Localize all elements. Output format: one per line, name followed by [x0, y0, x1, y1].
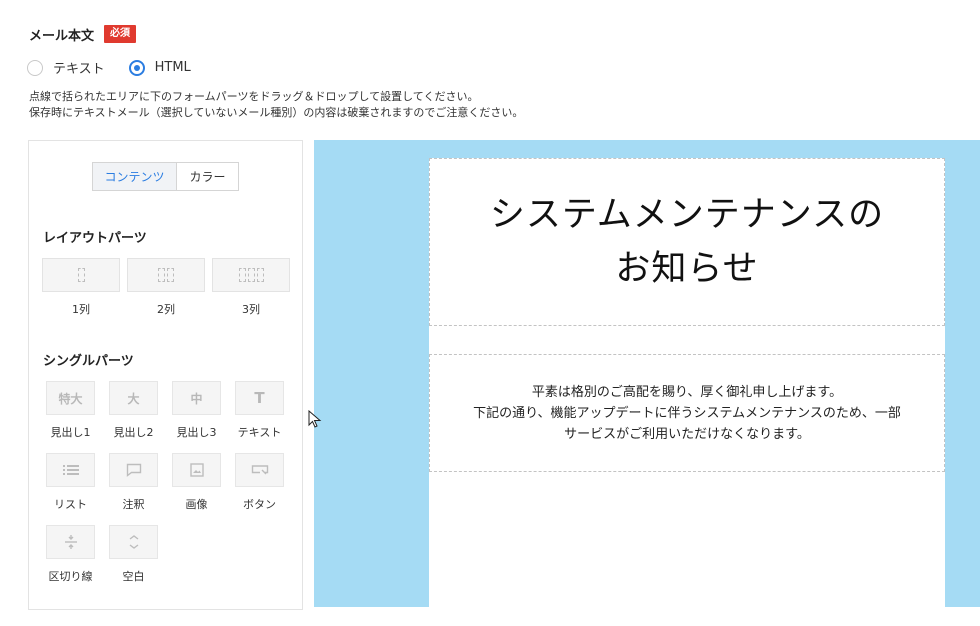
layout-2col-icon: [127, 258, 205, 292]
layout-1col-icon: [42, 258, 120, 292]
heading-m-icon: 中: [172, 381, 221, 415]
part-heading1[interactable]: 特大 見出し1: [46, 381, 95, 440]
part-label: 見出し2: [113, 426, 154, 439]
button-icon: [235, 453, 284, 487]
part-label: テキスト: [237, 426, 282, 439]
help-line-1: 点線で括られたエリアに下のフォームパーツをドラッグ＆ドロップして設置してください…: [29, 90, 479, 103]
part-label: 区切り線: [48, 570, 93, 583]
radio-label-html: HTML: [154, 60, 191, 75]
title-drop-block[interactable]: システムメンテナンスの お知らせ: [429, 158, 945, 326]
text-icon: T: [235, 381, 284, 415]
part-spacer[interactable]: 空白: [109, 525, 158, 584]
spacer-icon: [109, 525, 158, 559]
part-label: ボタン: [243, 498, 276, 511]
part-note[interactable]: 注釈: [109, 453, 158, 512]
body-line-3: サービスがご利用いただけなくなります。: [564, 426, 810, 442]
layout-part-label: 2列: [157, 303, 175, 316]
mouse-cursor-icon: [308, 409, 322, 432]
part-button[interactable]: ボタン: [235, 453, 284, 512]
part-heading2[interactable]: 大 見出し2: [109, 381, 158, 440]
layout-part-label: 1列: [72, 303, 90, 316]
parts-palette: コンテンツ カラー レイアウトパーツ 1列 2列 3列 シングルパーツ 特大 見…: [28, 140, 303, 610]
radio-text-format[interactable]: テキスト: [27, 58, 105, 77]
format-radio-group: テキスト HTML: [27, 58, 215, 77]
layout-3col-icon: [212, 258, 290, 292]
part-image[interactable]: 画像: [172, 453, 221, 512]
part-list[interactable]: リスト: [46, 453, 95, 512]
field-header: メール本文 必須: [29, 24, 137, 44]
part-label: 画像: [185, 498, 208, 511]
help-text: 点線で括られたエリアに下のフォームパーツをドラッグ＆ドロップして設置してください…: [29, 89, 523, 121]
body-line-1: 平素は格別のご高配を賜り、厚く御礼申し上げます。: [531, 384, 843, 400]
field-label: メール本文: [29, 28, 95, 44]
part-label: 空白: [122, 570, 145, 583]
layout-part-1col[interactable]: 1列: [42, 258, 120, 317]
radio-button-text[interactable]: [27, 59, 43, 76]
comment-icon: [109, 453, 158, 487]
divider-icon: [46, 525, 95, 559]
part-label: リスト: [54, 498, 87, 511]
part-heading3[interactable]: 中 見出し3: [172, 381, 221, 440]
help-line-2: 保存時にテキストメール（選択していないメール種別）の内容は破棄されますのでご注意…: [29, 106, 524, 119]
tab-color[interactable]: カラー: [177, 163, 238, 190]
part-label: 見出し1: [50, 426, 91, 439]
image-icon: [172, 453, 221, 487]
mail-title-line-2: お知らせ: [615, 249, 759, 289]
layout-part-2col[interactable]: 2列: [127, 258, 205, 317]
heading-l-icon: 大: [109, 381, 158, 415]
text-drop-block[interactable]: 平素は格別のご高配を賜り、厚く御礼申し上げます。 下記の通り、機能アップデートに…: [429, 354, 945, 472]
tab-contents[interactable]: コンテンツ: [93, 163, 177, 190]
mail-body: システムメンテナンスの お知らせ 平素は格別のご高配を賜り、厚く御礼申し上げます…: [429, 158, 945, 607]
body-line-2: 下記の通り、機能アップデートに伴うシステムメンテナンスのため、一部: [473, 405, 901, 421]
mail-title[interactable]: システムメンテナンスの お知らせ: [490, 188, 884, 296]
part-divider[interactable]: 区切り線: [46, 525, 95, 584]
palette-tabs: コンテンツ カラー: [92, 162, 239, 191]
heading-xl-icon: 特大: [46, 381, 95, 415]
email-canvas[interactable]: システムメンテナンスの お知らせ 平素は格別のご高配を賜り、厚く御礼申し上げます…: [314, 140, 980, 607]
radio-label-text: テキスト: [53, 62, 105, 77]
part-label: 注釈: [122, 498, 145, 511]
layout-parts-grid: 1列 2列 3列: [42, 258, 290, 317]
part-label: 見出し3: [176, 426, 217, 439]
radio-html-format[interactable]: HTML: [128, 59, 191, 76]
required-badge: 必須: [104, 25, 137, 43]
list-icon: [46, 453, 95, 487]
layout-parts-title: レイアウトパーツ: [43, 231, 147, 246]
layout-part-label: 3列: [242, 303, 260, 316]
mail-body-text[interactable]: 平素は格別のご高配を賜り、厚く御礼申し上げます。 下記の通り、機能アップデートに…: [473, 382, 901, 445]
layout-part-3col[interactable]: 3列: [212, 258, 290, 317]
part-text[interactable]: T テキスト: [235, 381, 284, 440]
single-parts-title: シングルパーツ: [43, 354, 134, 369]
single-parts-grid: 特大 見出し1 大 見出し2 中 見出し3 T テキスト リスト 注釈 画像 ボ…: [46, 381, 284, 584]
radio-button-html[interactable]: [128, 59, 145, 76]
mail-title-line-1: システムメンテナンスの: [489, 195, 885, 235]
